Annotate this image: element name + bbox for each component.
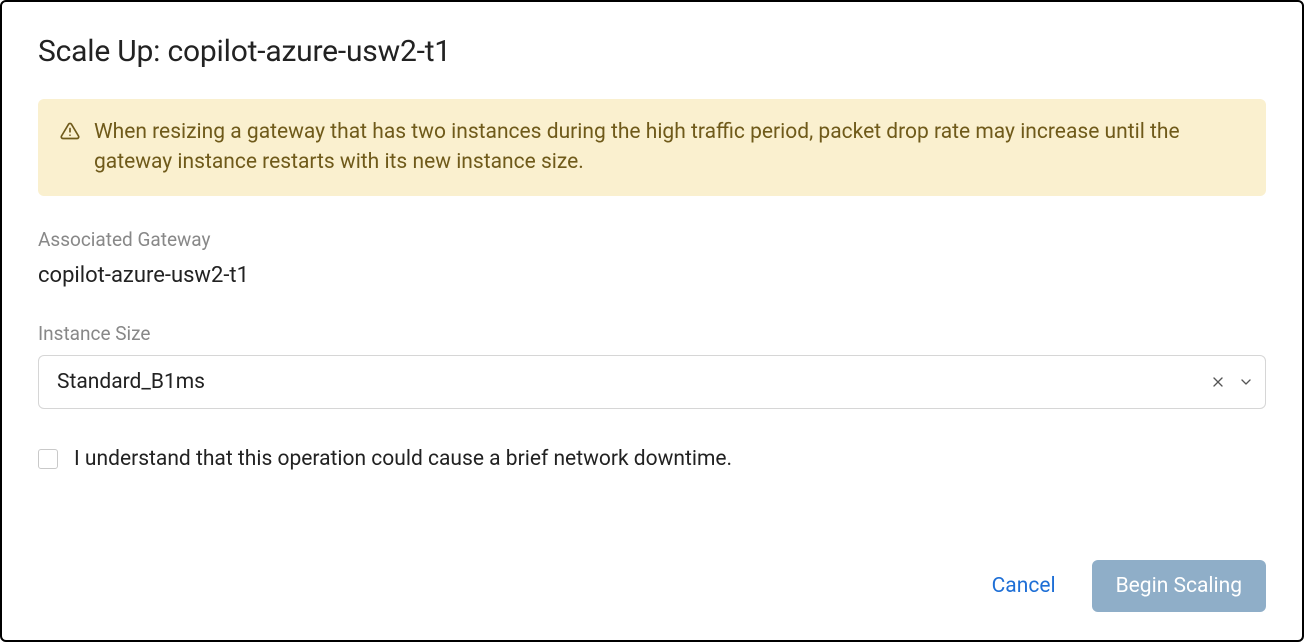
instance-size-field: Instance Size Standard_B1ms: [38, 322, 1266, 447]
associated-gateway-field: Associated Gateway copilot-azure-usw2-t1: [38, 228, 1266, 322]
begin-scaling-button[interactable]: Begin Scaling: [1092, 560, 1266, 612]
associated-gateway-value: copilot-azure-usw2-t1: [38, 263, 1266, 288]
dialog-title: Scale Up: copilot-azure-usw2-t1: [38, 34, 1266, 69]
dialog-footer: Cancel Begin Scaling: [38, 560, 1266, 612]
acknowledge-checkbox[interactable]: [38, 449, 58, 469]
associated-gateway-label: Associated Gateway: [38, 228, 1266, 251]
acknowledge-row: I understand that this operation could c…: [38, 447, 1266, 471]
instance-size-selected-value: Standard_B1ms: [57, 370, 205, 394]
instance-size-select[interactable]: Standard_B1ms: [38, 355, 1266, 409]
acknowledge-label[interactable]: I understand that this operation could c…: [74, 447, 732, 471]
warning-text: When resizing a gateway that has two ins…: [94, 117, 1242, 178]
select-controls: [1210, 374, 1254, 390]
instance-size-label: Instance Size: [38, 322, 1266, 345]
chevron-down-icon[interactable]: [1238, 374, 1254, 390]
warning-icon: [60, 121, 80, 141]
clear-icon[interactable]: [1210, 374, 1226, 390]
warning-alert: When resizing a gateway that has two ins…: [38, 99, 1266, 196]
scale-up-dialog: Scale Up: copilot-azure-usw2-t1 When res…: [0, 0, 1304, 642]
cancel-button[interactable]: Cancel: [984, 564, 1064, 608]
